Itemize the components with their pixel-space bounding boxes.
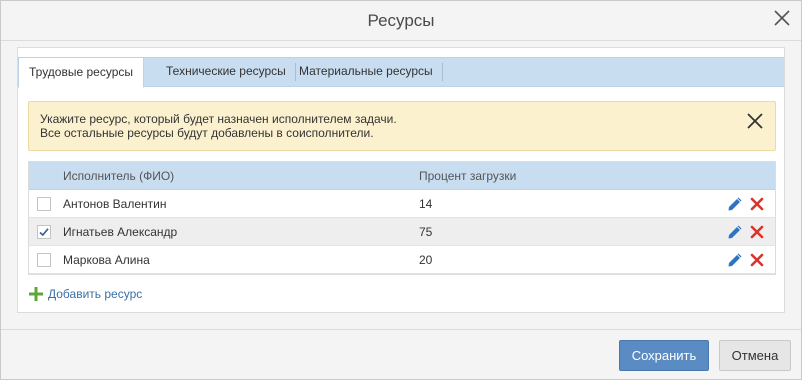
- checkmark-icon: [39, 228, 49, 237]
- table-row[interactable]: Игнатьев Александр 75: [29, 218, 775, 246]
- cancel-button[interactable]: Отмена: [719, 340, 791, 371]
- pencil-icon[interactable]: [727, 196, 743, 212]
- column-header-load[interactable]: Процент загрузки: [419, 162, 516, 190]
- row-name: Антонов Валентин: [63, 197, 167, 211]
- notice-close-icon[interactable]: [745, 111, 765, 131]
- pencil-icon[interactable]: [727, 224, 743, 240]
- notice-text: Укажите ресурс, который будет назначен и…: [40, 112, 397, 140]
- row-load: 20: [419, 253, 433, 267]
- plus-icon: [28, 286, 44, 302]
- delete-icon[interactable]: [750, 197, 764, 211]
- tab-bar: Трудовые ресурсы Технические ресурсы Мат…: [18, 57, 784, 88]
- dialog-titlebar: Ресурсы: [1, 1, 801, 41]
- column-header-name[interactable]: Исполнитель (ФИО): [63, 162, 174, 190]
- info-notice: Укажите ресурс, который будет назначен и…: [28, 101, 776, 151]
- row-load: 14: [419, 197, 433, 211]
- save-button[interactable]: Сохранить: [619, 340, 709, 371]
- grid-header: Исполнитель (ФИО) Процент загрузки: [29, 162, 775, 190]
- table-row[interactable]: Маркова Алина 20: [29, 246, 775, 274]
- tab-technical-resources[interactable]: Технические ресурсы: [156, 57, 296, 87]
- row-name: Маркова Алина: [63, 253, 150, 267]
- delete-icon[interactable]: [750, 225, 764, 239]
- dialog-footer: Сохранить Отмена: [1, 329, 801, 379]
- dialog-content: Трудовые ресурсы Технические ресурсы Мат…: [17, 47, 785, 313]
- table-row[interactable]: Антонов Валентин 14: [29, 190, 775, 218]
- row-load: 75: [419, 225, 433, 239]
- row-checkbox[interactable]: [37, 225, 51, 239]
- pencil-icon[interactable]: [727, 252, 743, 268]
- row-name: Игнатьев Александр: [63, 225, 178, 239]
- add-resource-label: Добавить ресурс: [48, 287, 143, 301]
- close-icon[interactable]: [771, 7, 793, 29]
- row-checkbox[interactable]: [37, 253, 51, 267]
- resources-grid: Исполнитель (ФИО) Процент загрузки Антон…: [28, 161, 776, 275]
- tab-labor-resources[interactable]: Трудовые ресурсы: [18, 57, 144, 88]
- dialog-title: Ресурсы: [367, 11, 435, 30]
- delete-icon[interactable]: [750, 253, 764, 267]
- resources-dialog: Ресурсы Трудовые ресурсы Технические рес…: [0, 0, 802, 380]
- row-checkbox[interactable]: [37, 197, 51, 211]
- notice-line-1: Укажите ресурс, который будет назначен и…: [40, 112, 397, 126]
- notice-line-2: Все остальные ресурсы будут добавлены в …: [40, 126, 374, 140]
- tab-material-resources[interactable]: Материальные ресурсы: [289, 57, 443, 87]
